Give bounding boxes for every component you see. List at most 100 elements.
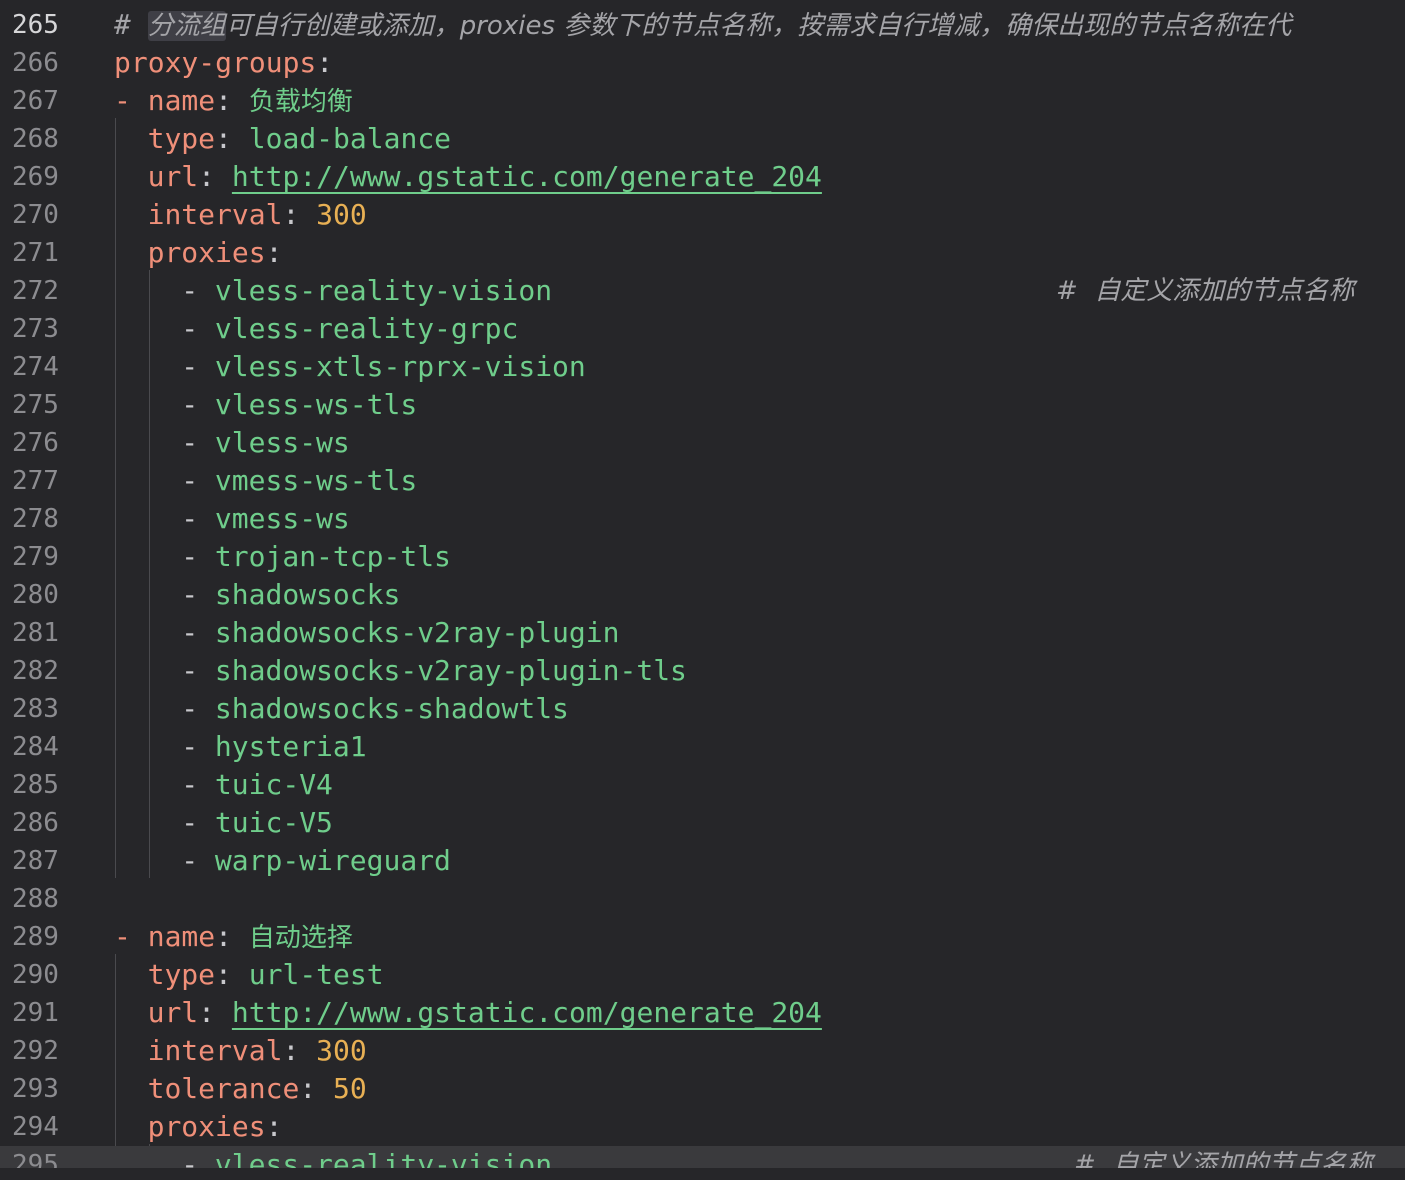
yaml-value: 负载均衡 bbox=[248, 87, 353, 117]
code-line[interactable]: 280 - shadowsocks bbox=[0, 576, 1405, 614]
line-number: 274 bbox=[12, 352, 59, 382]
yaml-separator: : bbox=[215, 958, 249, 991]
code-line[interactable]: 292 interval: 300 bbox=[0, 1032, 1405, 1070]
yaml-number: 300 bbox=[316, 1034, 367, 1067]
code-text[interactable]: # 分流组可自行创建或添加，proxies 参数下的节点名称，按需求自行增减，确… bbox=[114, 10, 1291, 41]
line-number: 288 bbox=[12, 884, 59, 914]
line-number: 282 bbox=[12, 656, 59, 686]
line-number: 268 bbox=[12, 124, 59, 154]
code-text[interactable]: interval: 300 bbox=[114, 200, 367, 230]
code-line[interactable]: 268 type: load-balance bbox=[0, 120, 1405, 158]
code-line[interactable]: 271 proxies: bbox=[0, 234, 1405, 272]
code-text[interactable]: - shadowsocks bbox=[114, 580, 400, 610]
code-text[interactable]: url: http://www.gstatic.com/generate_204 bbox=[114, 998, 822, 1028]
code-text[interactable]: interval: 300 bbox=[114, 1036, 367, 1066]
line-number: 279 bbox=[12, 542, 59, 572]
code-line-current[interactable]: 295 - vless-reality-vision # 自定义添加的节点名称 bbox=[0, 1146, 1405, 1168]
code-text[interactable]: - trojan-tcp-tls bbox=[114, 542, 451, 572]
yaml-separator: : bbox=[282, 198, 317, 231]
code-line[interactable]: 290 type: url-test bbox=[0, 956, 1405, 994]
code-line[interactable]: 272 - vless-reality-vision # 自定义添加的节点名称 bbox=[0, 272, 1405, 310]
code-text[interactable]: - vmess-ws-tls bbox=[114, 466, 417, 496]
url-link[interactable]: http://www.gstatic.com/generate_204 bbox=[232, 160, 822, 193]
code-line[interactable]: 277 - vmess-ws-tls bbox=[0, 462, 1405, 500]
comment-highlight: 分流组 bbox=[147, 11, 226, 41]
proxy-item: hysteria1 bbox=[214, 730, 367, 763]
code-line[interactable]: 275 - vless-ws-tls bbox=[0, 386, 1405, 424]
code-line[interactable]: 289 - name: 自动选择 bbox=[0, 918, 1405, 956]
yaml-key: type bbox=[147, 122, 216, 155]
code-line[interactable]: 274 - vless-xtls-rprx-vision bbox=[0, 348, 1405, 386]
code-line[interactable]: 294 proxies: bbox=[0, 1108, 1405, 1146]
code-editor[interactable]: 265 # 分流组可自行创建或添加，proxies 参数下的节点名称，按需求自行… bbox=[0, 0, 1405, 1180]
code-line[interactable]: 293 tolerance: 50 bbox=[0, 1070, 1405, 1108]
line-number: 277 bbox=[12, 466, 59, 496]
code-text[interactable]: - warp-wireguard bbox=[114, 846, 451, 876]
yaml-value: 自动选择 bbox=[248, 923, 353, 953]
code-text[interactable]: - tuic-V4 bbox=[114, 770, 333, 800]
code-line[interactable]: 288 bbox=[0, 880, 1405, 918]
url-link[interactable]: http://www.gstatic.com/generate_204 bbox=[232, 996, 822, 1029]
code-line[interactable]: 286 - tuic-V5 bbox=[0, 804, 1405, 842]
yaml-number: 50 bbox=[333, 1072, 367, 1105]
code-line[interactable]: 267 - name: 负载均衡 bbox=[0, 82, 1405, 120]
code-text[interactable]: - shadowsocks-shadowtls bbox=[114, 694, 569, 724]
code-text[interactable]: - vmess-ws bbox=[114, 504, 350, 534]
proxy-item: vmess-ws-tls bbox=[214, 464, 418, 497]
code-text[interactable]: type: url-test bbox=[114, 960, 384, 990]
code-line[interactable]: 273 - vless-reality-grpc bbox=[0, 310, 1405, 348]
proxy-item: shadowsocks bbox=[214, 578, 401, 611]
code-text[interactable]: - vless-reality-vision bbox=[114, 1148, 553, 1169]
comment-prefix: # bbox=[114, 8, 148, 41]
line-number: 273 bbox=[12, 314, 59, 344]
code-line[interactable]: 285 - tuic-V4 bbox=[0, 766, 1405, 804]
proxy-item: vless-xtls-rprx-vision bbox=[214, 350, 586, 383]
code-text[interactable]: - vless-reality-vision bbox=[114, 276, 552, 306]
code-line[interactable]: 266 proxy-groups: bbox=[0, 44, 1405, 82]
code-text[interactable]: - vless-reality-grpc bbox=[114, 314, 518, 344]
yaml-key: name bbox=[147, 920, 216, 953]
code-line[interactable]: 279 - trojan-tcp-tls bbox=[0, 538, 1405, 576]
proxy-item: vless-ws bbox=[214, 426, 350, 459]
inline-comment: # 自定义添加的节点名称 bbox=[1074, 1150, 1373, 1168]
code-text[interactable]: - shadowsocks-v2ray-plugin bbox=[114, 618, 619, 648]
code-line[interactable]: 284 - hysteria1 bbox=[0, 728, 1405, 766]
line-number: 272 bbox=[12, 276, 59, 306]
proxy-item: vless-reality-vision bbox=[214, 1148, 553, 1169]
code-line[interactable]: 278 - vmess-ws bbox=[0, 500, 1405, 538]
code-line[interactable]: 287 - warp-wireguard bbox=[0, 842, 1405, 880]
code-line[interactable]: 270 interval: 300 bbox=[0, 196, 1405, 234]
code-text[interactable]: - name: 负载均衡 bbox=[114, 86, 353, 118]
code-line[interactable]: 265 # 分流组可自行创建或添加，proxies 参数下的节点名称，按需求自行… bbox=[0, 6, 1405, 44]
code-line[interactable]: 283 - shadowsocks-shadowtls bbox=[0, 690, 1405, 728]
yaml-separator: : bbox=[215, 920, 249, 953]
line-number: 285 bbox=[12, 770, 59, 800]
code-line[interactable]: 282 - shadowsocks-v2ray-plugin-tls bbox=[0, 652, 1405, 690]
code-text[interactable]: - tuic-V5 bbox=[114, 808, 333, 838]
code-line[interactable]: 276 - vless-ws bbox=[0, 424, 1405, 462]
code-text[interactable]: proxy-groups: bbox=[114, 48, 333, 78]
code-text[interactable]: proxies: bbox=[114, 1112, 283, 1142]
code-text[interactable]: type: load-balance bbox=[114, 124, 451, 154]
code-text[interactable]: proxies: bbox=[114, 238, 283, 268]
code-line[interactable]: 291 url: http://www.gstatic.com/generate… bbox=[0, 994, 1405, 1032]
line-number: 276 bbox=[12, 428, 59, 458]
line-number: 269 bbox=[12, 162, 59, 192]
line-number: 267 bbox=[12, 86, 59, 116]
yaml-separator: : bbox=[198, 160, 232, 193]
code-line[interactable]: 281 - shadowsocks-v2ray-plugin bbox=[0, 614, 1405, 652]
line-number: 289 bbox=[12, 922, 59, 952]
proxy-item: tuic-V5 bbox=[214, 806, 333, 839]
code-text[interactable]: - vless-ws bbox=[114, 428, 350, 458]
code-text[interactable]: url: http://www.gstatic.com/generate_204 bbox=[114, 162, 822, 192]
code-text[interactable]: - vless-xtls-rprx-vision bbox=[114, 352, 586, 382]
code-text[interactable]: - hysteria1 bbox=[114, 730, 367, 763]
line-number: 278 bbox=[12, 504, 59, 534]
proxy-item: vmess-ws bbox=[214, 502, 350, 535]
code-text[interactable]: tolerance: 50 bbox=[114, 1074, 367, 1104]
proxy-item: vless-ws-tls bbox=[214, 388, 418, 421]
code-text[interactable]: - shadowsocks-v2ray-plugin-tls bbox=[114, 656, 687, 686]
code-line[interactable]: 269 url: http://www.gstatic.com/generate… bbox=[0, 158, 1405, 196]
code-text[interactable]: - vless-ws-tls bbox=[114, 390, 417, 420]
code-text[interactable]: - name: 自动选择 bbox=[114, 920, 353, 954]
